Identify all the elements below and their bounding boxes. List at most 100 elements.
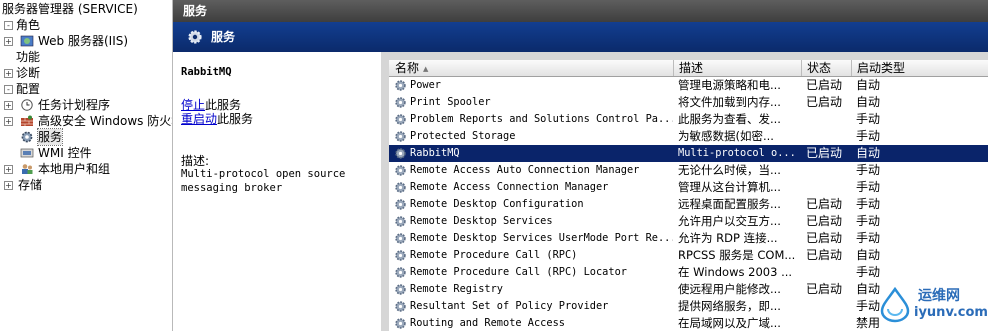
sort-ascending-icon: ▲ <box>423 65 429 73</box>
table-row[interactable]: Remote Desktop Services UserMode Port Re… <box>389 230 988 247</box>
service-status-cell: 已启动 <box>806 95 843 109</box>
service-name-cell: Remote Access Connection Manager <box>410 181 609 193</box>
tree-item-label: 服务 <box>36 128 64 146</box>
wmi-icon <box>20 148 34 158</box>
clock-icon <box>21 99 33 111</box>
expander-icon[interactable]: + <box>4 69 13 78</box>
column-header-description[interactable]: 描述 <box>674 60 802 76</box>
service-status-cell <box>806 179 852 196</box>
expander-icon[interactable]: + <box>4 165 13 174</box>
service-description-cell: 为敏感数据(如密... <box>678 129 774 143</box>
users-icon <box>22 164 33 174</box>
expander-icon[interactable]: + <box>4 181 13 190</box>
service-gear-icon <box>395 182 406 193</box>
tree-item-label: WMI 控件 <box>38 146 92 160</box>
service-name-cell: Remote Access Auto Connection Manager <box>410 164 640 176</box>
table-row[interactable]: Remote Desktop Services 允许用户以交互方... 已启动 手动 <box>389 213 988 230</box>
table-row[interactable]: RabbitMQ Multi-protocol o... 已启动 自动 <box>389 145 988 162</box>
tree-item-label: 高级安全 Windows 防火墙 <box>38 114 173 128</box>
watermark-text-2: iyunv.com <box>914 305 988 320</box>
service-status-cell <box>806 315 852 331</box>
service-description-cell: RPCSS 服务是 COM... <box>678 248 796 262</box>
service-gear-icon <box>395 267 406 278</box>
watermark-text-1: 运维网 <box>918 288 960 304</box>
column-header-startup-type[interactable]: 启动类型 <box>852 60 962 76</box>
window-title: 服务 <box>183 4 208 18</box>
table-row[interactable]: Remote Access Auto Connection Manager 无论什… <box>389 162 988 179</box>
service-name-cell: Remote Procedure Call (RPC) Locator <box>410 266 627 278</box>
service-status-cell <box>806 162 852 179</box>
expander-icon[interactable]: - <box>4 21 13 30</box>
service-status-cell: 已启动 <box>806 146 843 160</box>
service-startup-type-cell: 自动 <box>856 248 881 262</box>
tree-item-label: 配置 <box>16 82 41 96</box>
service-status-cell: 已启动 <box>806 282 843 296</box>
service-name-cell: Remote Registry <box>410 283 503 295</box>
service-gear-icon <box>395 284 406 295</box>
table-row[interactable]: Print Spooler 将文件加载到内存... 已启动 自动 <box>389 94 988 111</box>
service-description-cell: 在 Windows 2003 ... <box>678 265 793 279</box>
tree-item-label: 角色 <box>16 18 41 32</box>
expander-icon[interactable]: + <box>4 37 13 46</box>
service-gear-icon <box>395 97 406 108</box>
watermark-logo-icon <box>880 286 910 323</box>
service-gear-icon <box>395 250 406 261</box>
service-name-cell: Power <box>410 79 441 91</box>
service-status-cell <box>806 128 852 145</box>
firewall-icon <box>21 115 33 126</box>
service-status-cell <box>806 264 852 281</box>
table-row[interactable]: Power 管理电源策略和电... 已启动 自动 <box>389 77 988 94</box>
service-description-cell: 管理电源策略和电... <box>678 78 781 92</box>
table-row[interactable]: Remote Access Connection Manager 管理从这台计算机… <box>389 179 988 196</box>
table-row[interactable]: Problem Reports and Solutions Control Pa… <box>389 111 988 128</box>
service-description-cell: 允许为 RDP 连接... <box>678 231 778 245</box>
table-row[interactable]: Protected Storage 为敏感数据(如密... 手动 <box>389 128 988 145</box>
service-gear-icon <box>395 233 406 244</box>
restart-service-link[interactable]: 重启动 <box>181 112 217 126</box>
service-description: Multi-protocol open source messaging bro… <box>181 168 346 194</box>
service-gear-icon <box>395 80 406 91</box>
expander-icon[interactable]: - <box>4 85 13 94</box>
column-header-label: 状态 <box>807 61 832 75</box>
service-startup-type-cell: 手动 <box>856 180 881 194</box>
column-header-name[interactable]: 名称 ▲ <box>389 60 674 76</box>
service-startup-type-cell: 手动 <box>856 265 881 279</box>
service-description-cell: 将文件加载到内存... <box>678 95 781 109</box>
service-status-cell: 已启动 <box>806 214 843 228</box>
service-name-cell: Protected Storage <box>410 130 516 142</box>
restart-service-suffix: 此服务 <box>217 112 254 126</box>
tree-item-label: 诊断 <box>16 66 41 80</box>
table-row[interactable]: Remote Desktop Configuration 远程桌面配置服务... 已… <box>389 196 988 213</box>
column-header-label: 名称 <box>395 61 420 75</box>
service-startup-type-cell: 手动 <box>856 129 881 143</box>
tree-root-server-manager[interactable]: 服务器管理器 (SERVICE) <box>2 1 138 17</box>
service-name-cell: RabbitMQ <box>410 147 460 159</box>
window-title-bar: 服务 <box>173 0 988 22</box>
expander-icon[interactable]: + <box>4 101 13 110</box>
service-description-cell: 无论什么时候，当... <box>678 163 781 177</box>
service-name-cell: Remote Desktop Services UserMode Port Re… <box>410 232 673 244</box>
column-header-status[interactable]: 状态 <box>802 60 852 76</box>
service-startup-type-cell: 手动 <box>856 163 881 177</box>
table-row[interactable]: Remote Procedure Call (RPC) RPCSS 服务是 COM… <box>389 247 988 264</box>
service-name-cell: Problem Reports and Solutions Control Pa… <box>410 113 673 125</box>
service-name-cell: Remote Desktop Configuration <box>410 198 584 210</box>
service-startup-type-cell: 手动 <box>856 214 881 228</box>
tree-item-label: 存储 <box>18 178 43 192</box>
column-header-label: 描述 <box>679 61 704 75</box>
service-status-cell: 已启动 <box>806 231 843 245</box>
expander-icon[interactable]: + <box>4 117 13 126</box>
tree-root-label: 服务器管理器 (SERVICE) <box>2 2 138 16</box>
tree-item-label: 本地用户和组 <box>38 162 111 176</box>
service-status-cell <box>806 298 852 315</box>
service-description-cell: 允许用户以交互方... <box>678 214 781 228</box>
column-header-label: 启动类型 <box>857 61 906 75</box>
service-gear-icon <box>395 148 406 159</box>
list-header: 名称 ▲ 描述 状态 启动类型 <box>389 60 988 77</box>
selected-service-name: RabbitMQ <box>181 66 232 78</box>
service-gear-icon <box>395 114 406 125</box>
gear-icon <box>188 30 202 44</box>
service-startup-type-cell: 自动 <box>856 78 881 92</box>
table-row[interactable]: Remote Procedure Call (RPC) Locator 在 Win… <box>389 264 988 281</box>
service-startup-type-cell: 手动 <box>856 112 881 126</box>
